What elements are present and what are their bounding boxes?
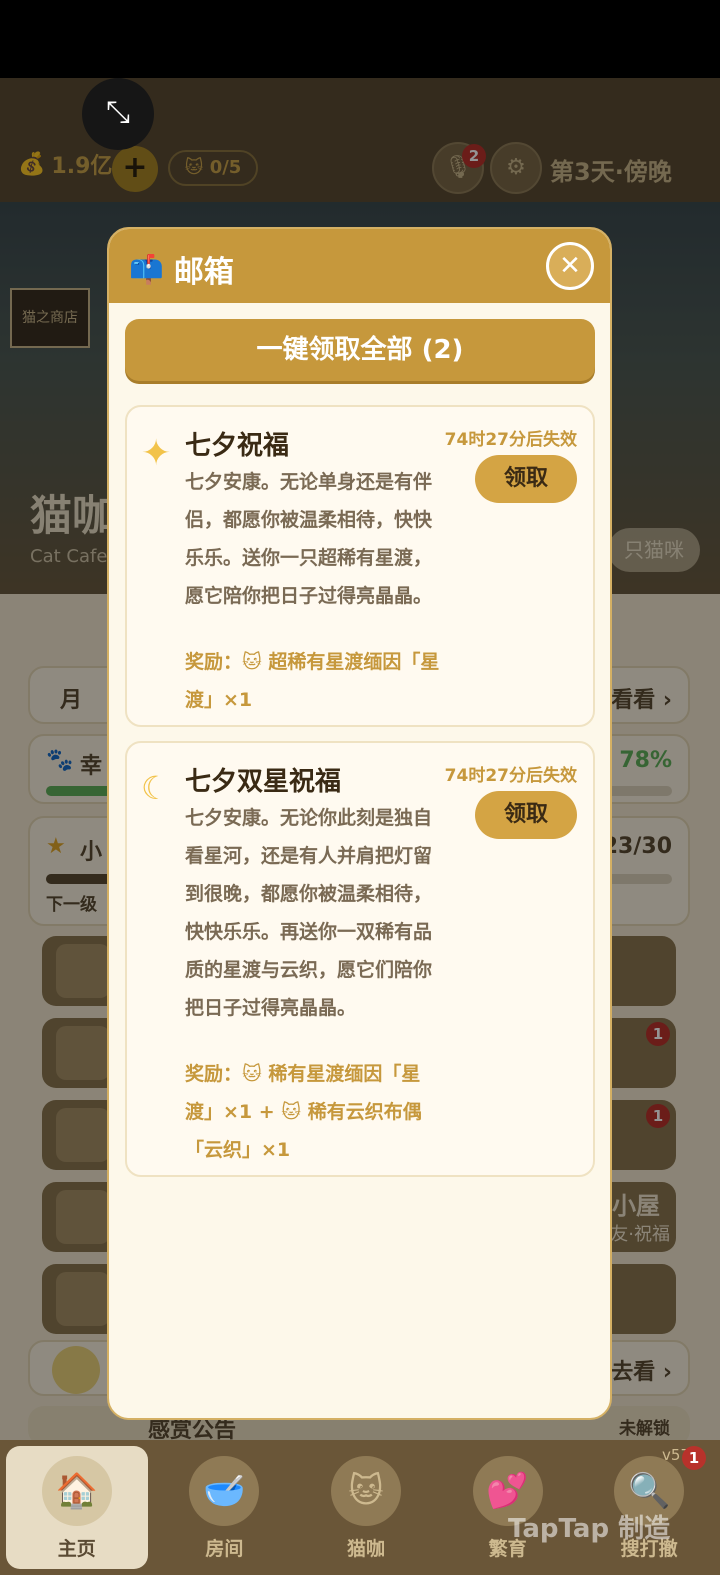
- mailbox-modal: 📫 邮箱 ✕ 一键领取全部 (2) ✦ 七夕祝福 74时27分后失效 领取 七夕…: [107, 227, 612, 1420]
- crescent-moon-icon: ☾: [141, 769, 170, 807]
- sparkle-icon: ✦: [141, 433, 172, 474]
- nav-badge: 1: [682, 1446, 706, 1470]
- claim-button[interactable]: 领取: [475, 455, 577, 503]
- modal-header: 📫 邮箱 ✕: [109, 229, 610, 303]
- nav-room[interactable]: 🥣 房间: [154, 1440, 296, 1575]
- nav-label: 房间: [205, 1538, 244, 1560]
- modal-title-text: 邮箱: [173, 255, 234, 290]
- mail-item: ☾ 七夕双星祝福 74时27分后失效 领取 七夕安康。无论你此刻是独自看星河，还…: [125, 741, 595, 1177]
- modal-title: 📫 邮箱: [129, 247, 234, 291]
- watermark: TapTap 制造: [508, 1514, 671, 1544]
- mail-title: 七夕双星祝福: [185, 767, 342, 797]
- nav-cafe[interactable]: 🐱 猫咖: [295, 1440, 437, 1575]
- nav-label: 主页: [57, 1538, 96, 1560]
- mail-reward: 奖励：🐱 稀有星渡缅因「星渡」×1 + 🐱 稀有云织布偶「云织」×1: [185, 1063, 422, 1161]
- collapse-icon: ⤡: [106, 95, 130, 130]
- mail-expire: 74时27分后失效: [444, 766, 577, 786]
- mail-expire: 74时27分后失效: [444, 430, 577, 450]
- claim-button[interactable]: 领取: [475, 791, 577, 839]
- bowl-icon: 🥣: [189, 1456, 260, 1526]
- mailbox-icon: 📫: [129, 252, 164, 286]
- house-icon: 🏠: [41, 1456, 112, 1526]
- mail-reward: 奖励：🐱 超稀有星渡缅因「星渡」×1: [185, 651, 440, 711]
- cat-cup-icon: 🐱: [330, 1456, 401, 1526]
- mail-title: 七夕祝福: [185, 431, 290, 461]
- collapse-button[interactable]: ⤡: [82, 78, 154, 150]
- nav-label: 猫咖: [346, 1538, 385, 1560]
- close-button[interactable]: ✕: [546, 242, 594, 290]
- mail-item: ✦ 七夕祝福 74时27分后失效 领取 七夕安康。无论单身还是有伴侣，都愿你被温…: [125, 405, 595, 727]
- mail-body: 七夕安康。无论单身还是有伴侣，都愿你被温柔相待，快快乐乐。送你一只超稀有星渡，愿…: [185, 471, 433, 607]
- nav-home[interactable]: 🏠 主页: [6, 1446, 148, 1569]
- claim-all-button[interactable]: 一键领取全部 (2): [125, 319, 595, 381]
- mail-body: 七夕安康。无论你此刻是独自看星河，还是有人并肩把灯留到很晚，都愿你被温柔相待，快…: [185, 807, 433, 1019]
